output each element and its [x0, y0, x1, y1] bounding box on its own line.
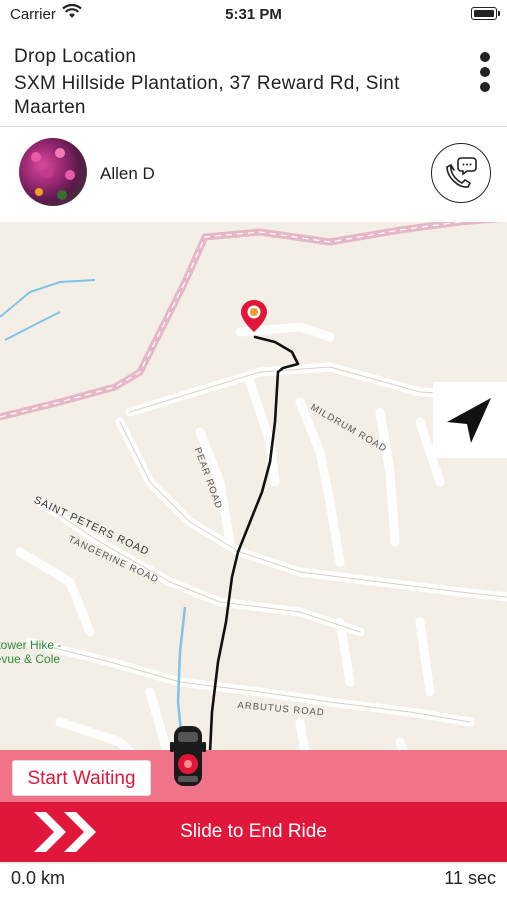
slide-to-end-ride[interactable]: Slide to End Ride	[0, 802, 507, 862]
start-waiting-button[interactable]: Start Waiting	[12, 760, 151, 796]
poi-label: lltower Hike -levue & Colev	[0, 638, 62, 666]
more-vertical-icon[interactable]	[475, 52, 495, 94]
car-top-view-icon	[170, 726, 206, 786]
phone-chat-icon	[446, 157, 477, 188]
clock: 5:31 PM	[225, 6, 282, 23]
passenger-name: Allen D	[100, 164, 155, 183]
status-bar: Carrier 5:31 PM	[0, 0, 507, 30]
location-pin-icon	[241, 300, 267, 332]
recenter-button[interactable]	[433, 382, 507, 458]
passenger-row: Allen D	[0, 128, 507, 222]
navigation-arrow-icon	[447, 398, 491, 443]
drop-location-title: Drop Location	[14, 46, 137, 67]
drop-location-address: SXM Hillside Plantation, 37 Reward Rd, S…	[14, 73, 400, 118]
slide-label: Slide to End Ride	[180, 821, 327, 842]
distance-readout: 0.0 km	[11, 868, 66, 888]
battery-icon	[471, 7, 500, 20]
avatar	[19, 138, 87, 206]
drop-location-header: Drop Location SXM Hillside Plantation, 3…	[0, 40, 507, 127]
duration-readout: 11 sec	[444, 868, 496, 888]
call-button[interactable]	[431, 143, 491, 203]
